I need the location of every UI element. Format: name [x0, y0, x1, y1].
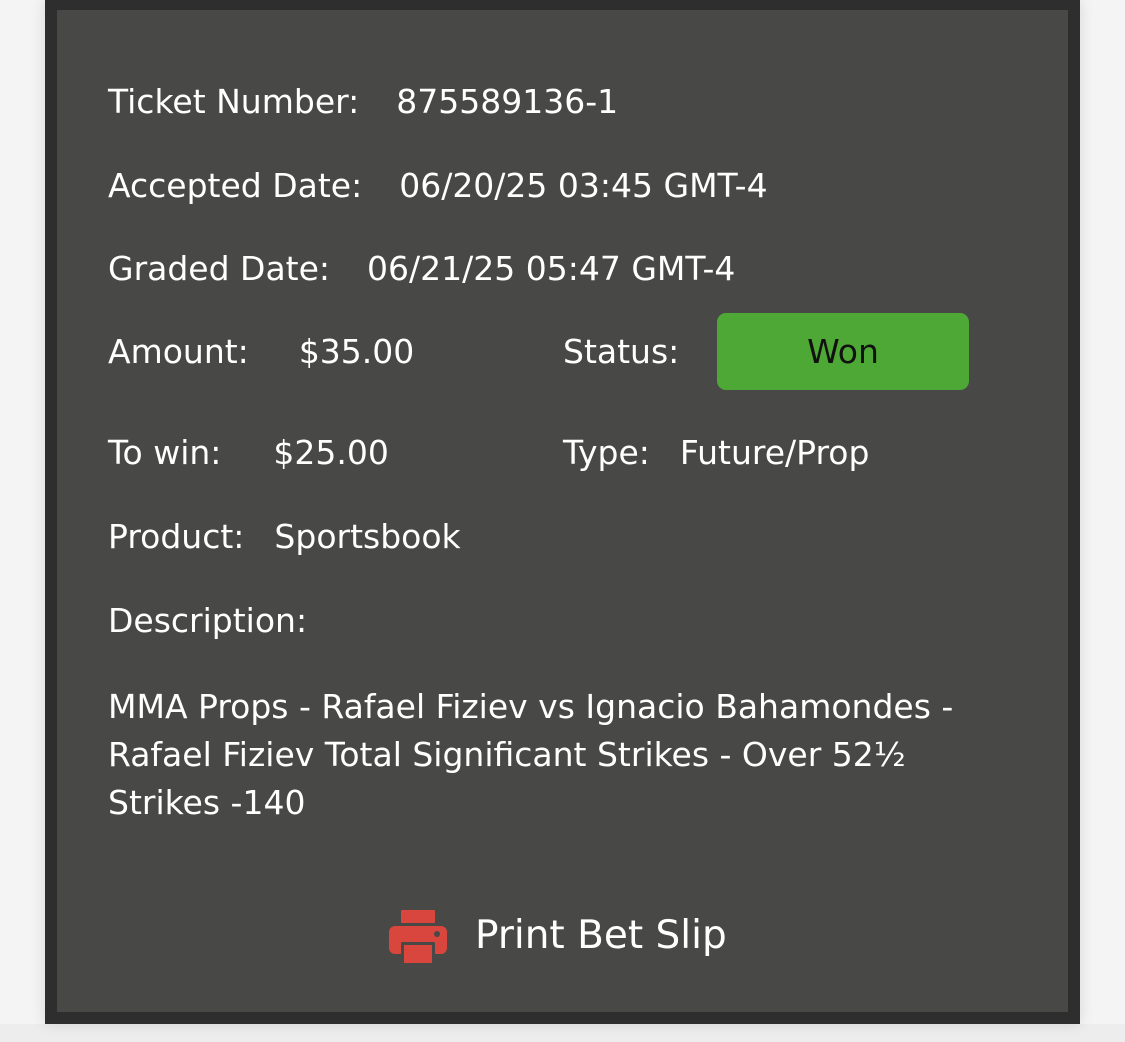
- type-value: Future/Prop: [679, 433, 870, 472]
- description-label-row: Description:: [108, 601, 307, 641]
- ticket-number-row: Ticket Number: 875589136-1: [108, 82, 618, 122]
- product-value: Sportsbook: [274, 517, 461, 556]
- status-label-wrap: Status:: [563, 332, 679, 372]
- print-bet-slip-button[interactable]: Print Bet Slip: [387, 900, 727, 970]
- to-win-value: $25.00: [273, 433, 389, 472]
- to-win-label: To win:: [108, 433, 222, 472]
- status-label: Status:: [563, 332, 680, 371]
- graded-date-label: Graded Date:: [108, 249, 331, 288]
- bet-ticket-card: Ticket Number: 875589136-1 Accepted Date:…: [45, 0, 1080, 1024]
- graded-date-value: 06/21/25 05:47 GMT-4: [367, 249, 736, 288]
- bet-ticket-panel: Ticket Number: 875589136-1 Accepted Date:…: [57, 10, 1068, 1012]
- page: Ticket Number: 875589136-1 Accepted Date:…: [0, 0, 1125, 1042]
- accepted-date-value: 06/20/25 03:45 GMT-4: [399, 166, 768, 205]
- amount-value: $35.00: [298, 332, 415, 371]
- product-row: Product: Sportsbook: [108, 517, 461, 557]
- graded-date-row: Graded Date: 06/21/25 05:47 GMT-4: [108, 249, 735, 289]
- printer-icon: [387, 904, 449, 966]
- description-text: MMA Props - Rafael Fiziev vs Ignacio Bah…: [108, 687, 954, 822]
- print-bet-slip-label: Print Bet Slip: [475, 912, 727, 958]
- ticket-number-value: 875589136-1: [396, 82, 619, 121]
- amount-label: Amount:: [108, 332, 249, 371]
- page-bottom-band: [0, 1024, 1125, 1042]
- type-label: Type:: [563, 433, 650, 472]
- product-label: Product:: [108, 517, 245, 556]
- ticket-number-label: Ticket Number:: [108, 82, 360, 121]
- to-win-row: To win: $25.00: [108, 433, 389, 473]
- description-label: Description:: [108, 601, 308, 640]
- amount-row: Amount: $35.00: [108, 332, 414, 372]
- status-value: Won: [807, 332, 879, 371]
- accepted-date-row: Accepted Date: 06/20/25 03:45 GMT-4: [108, 166, 768, 206]
- status-badge: Won: [717, 313, 969, 390]
- accepted-date-label: Accepted Date:: [108, 166, 363, 205]
- type-row: Type: Future/Prop: [563, 433, 869, 473]
